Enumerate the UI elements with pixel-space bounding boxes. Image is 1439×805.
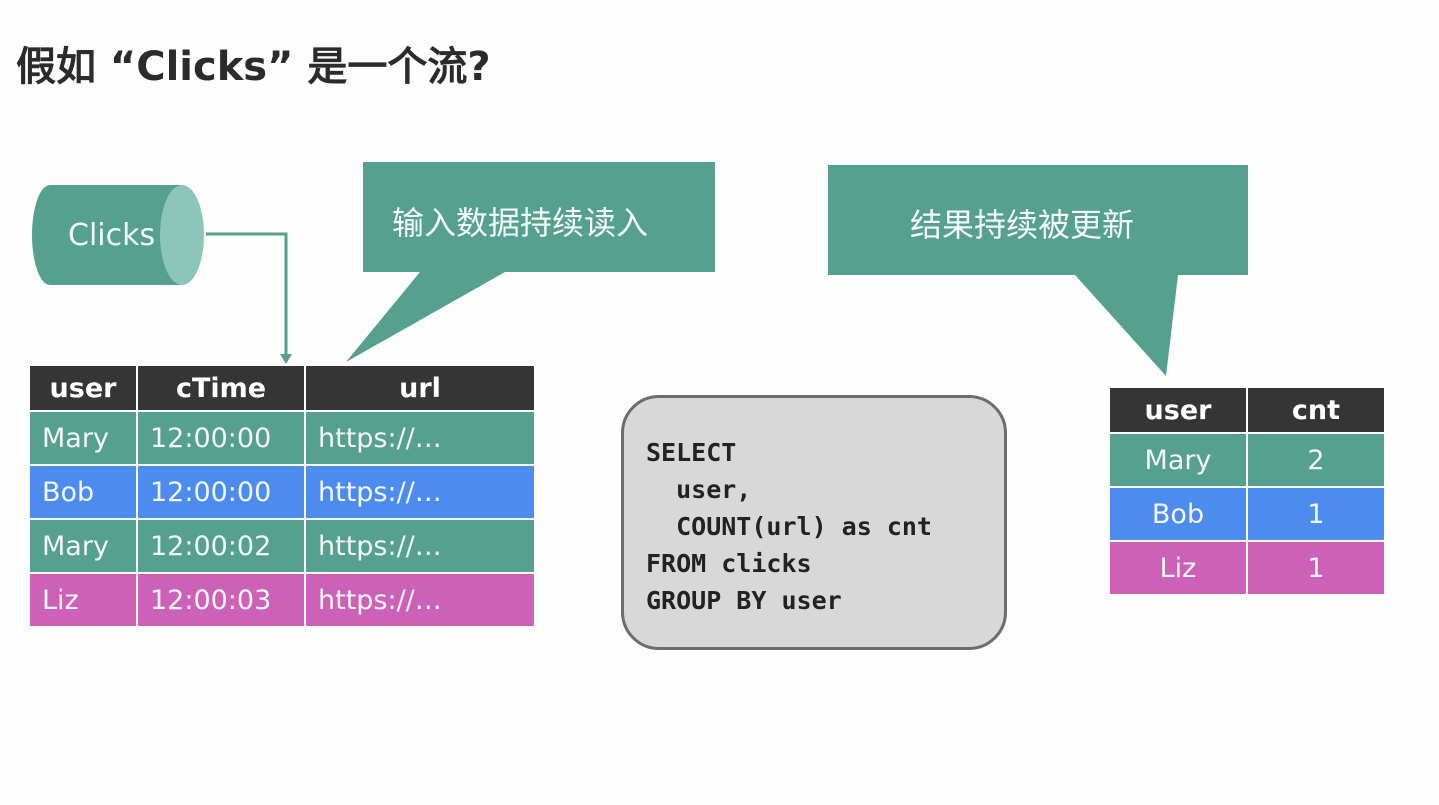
- table-row: Mary 12:00:02 https://…: [30, 520, 534, 572]
- table-row: Liz 12:00:03 https://…: [30, 574, 534, 626]
- table-header-row: user cnt: [1110, 388, 1384, 432]
- clicks-label: Clicks: [68, 218, 156, 253]
- column-header: url: [306, 366, 534, 410]
- output-callout-text: 结果持续被更新: [910, 206, 1135, 244]
- output-callout-shape: [828, 165, 1248, 376]
- column-header: cTime: [138, 366, 304, 410]
- table-cell: 1: [1248, 488, 1384, 540]
- column-header: cnt: [1248, 388, 1384, 432]
- table-cell: Mary: [1110, 434, 1246, 486]
- sql-query-box: SELECT user, COUNT(url) as cnt FROM clic…: [621, 395, 1007, 650]
- table-cell: Bob: [1110, 488, 1246, 540]
- input-callout-text: 输入数据持续读入: [392, 204, 649, 242]
- result-table: user cnt Mary 2 Bob 1 Liz 1: [1108, 386, 1386, 596]
- table-cell: https://…: [306, 520, 534, 572]
- sql-query-text: SELECT user, COUNT(url) as cnt FROM clic…: [646, 438, 932, 615]
- table-cell: https://…: [306, 466, 534, 518]
- table-cell: Mary: [30, 412, 136, 464]
- stream-arrow-line: [206, 232, 288, 358]
- table-cell: 12:00:03: [138, 574, 304, 626]
- table-cell: 12:00:02: [138, 520, 304, 572]
- table-cell: Liz: [30, 574, 136, 626]
- table-cell: Liz: [1110, 542, 1246, 594]
- table-cell: 12:00:00: [138, 466, 304, 518]
- stream-arrow-head: [280, 354, 292, 364]
- table-row: Bob 1: [1110, 488, 1384, 540]
- table-cell: Bob: [30, 466, 136, 518]
- table-cell: 2: [1248, 434, 1384, 486]
- clicks-input-table: user cTime url Mary 12:00:00 https://… Bob 1…: [28, 364, 536, 628]
- table-header-row: user cTime url: [30, 366, 534, 410]
- table-cell: 12:00:00: [138, 412, 304, 464]
- table-cell: https://…: [306, 574, 534, 626]
- table-cell: 1: [1248, 542, 1384, 594]
- column-header: user: [30, 366, 136, 410]
- column-header: user: [1110, 388, 1246, 432]
- table-cell: https://…: [306, 412, 534, 464]
- table-row: Mary 12:00:00 https://…: [30, 412, 534, 464]
- slide-title: 假如 “Clicks” 是一个流?: [16, 44, 491, 90]
- input-callout-shape: [346, 162, 715, 362]
- table-row: Liz 1: [1110, 542, 1384, 594]
- table-cell: Mary: [30, 520, 136, 572]
- table-row: Mary 2: [1110, 434, 1384, 486]
- table-row: Bob 12:00:00 https://…: [30, 466, 534, 518]
